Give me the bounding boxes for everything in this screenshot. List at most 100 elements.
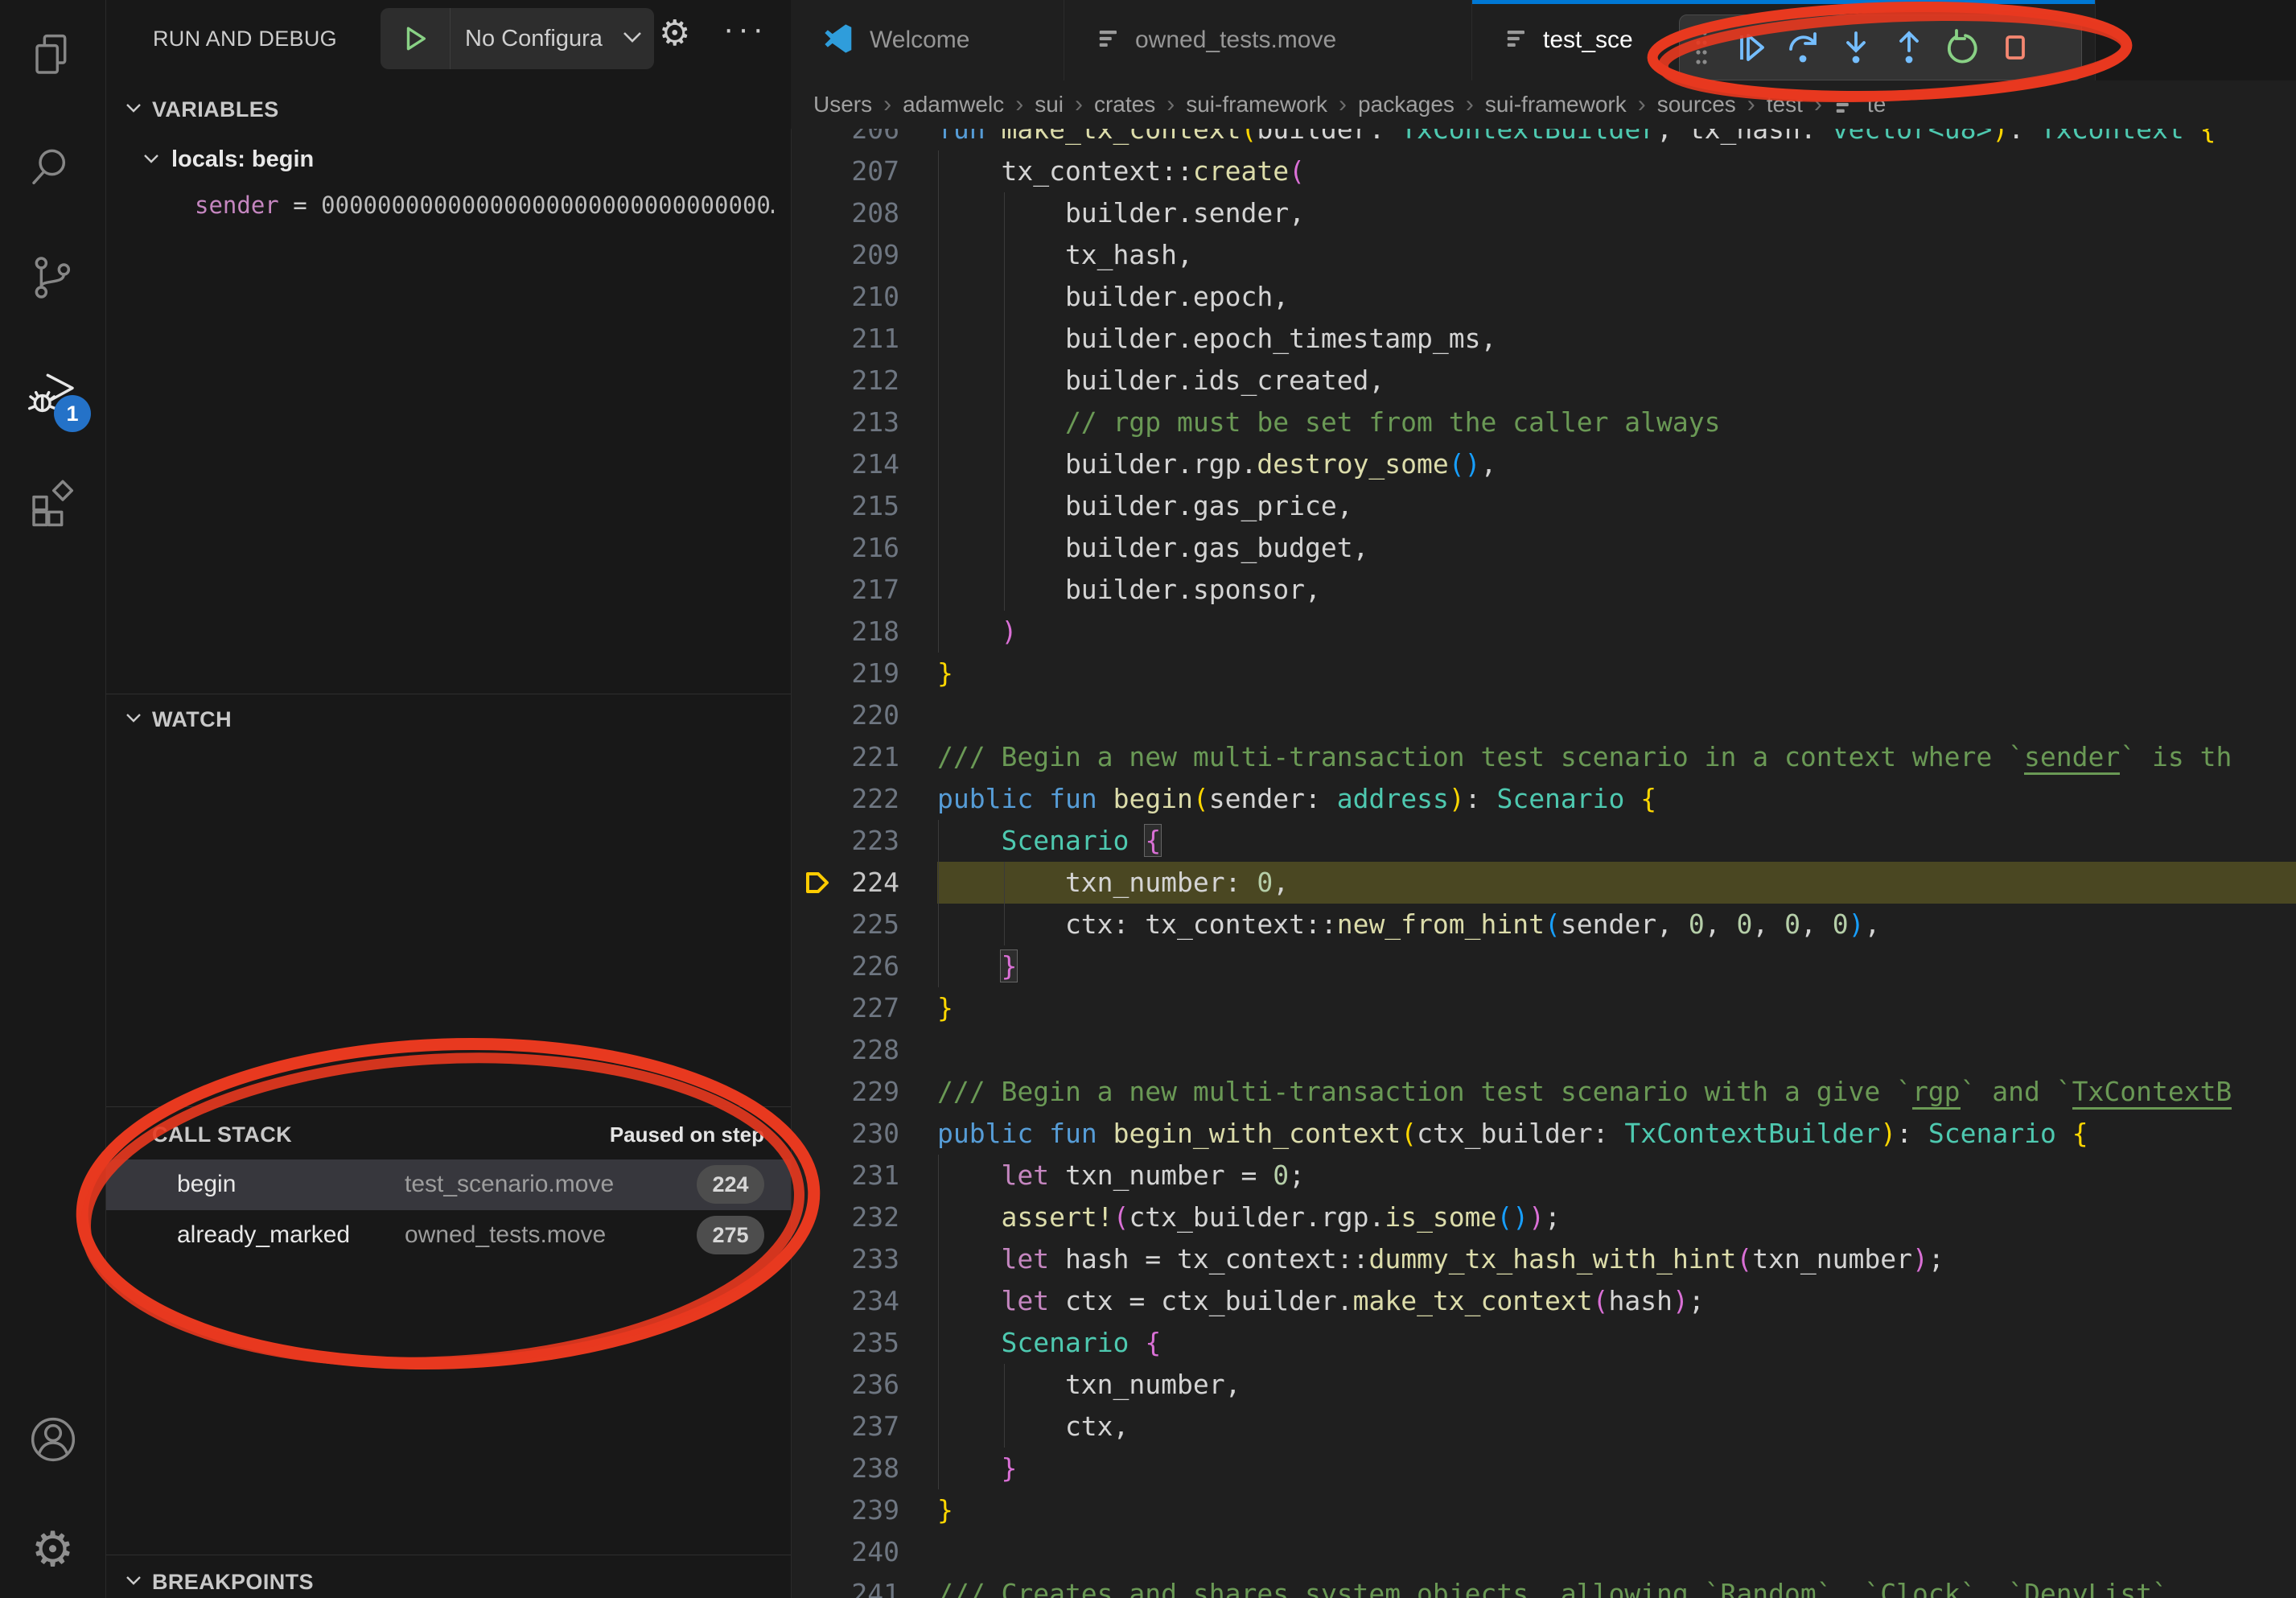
code-line-228[interactable]: 228 [791, 1029, 2296, 1071]
variable-row-sender[interactable]: sender = 0000000000000000000000000000000… [195, 192, 774, 232]
call-stack-frame-begin[interactable]: begintest_scenario.move224 [105, 1159, 791, 1210]
breadcrumb-item[interactable]: sources [1657, 92, 1736, 117]
line-number[interactable]: 236 [791, 1364, 937, 1406]
line-number[interactable]: 212 [791, 360, 937, 402]
code-line-235[interactable]: 235 Scenario { [791, 1322, 2296, 1364]
activity-item-extensions-icon[interactable] [0, 448, 105, 561]
call-stack-frame-already_marked[interactable]: already_markedowned_tests.move275 [105, 1210, 791, 1261]
code-line-231[interactable]: 231 let txn_number = 0; [791, 1155, 2296, 1196]
line-number[interactable]: 221 [791, 736, 937, 778]
activity-item-source-control-icon[interactable] [0, 223, 105, 336]
breadcrumb-item[interactable]: crates [1094, 92, 1155, 117]
configure-gear-icon[interactable]: ⚙ [659, 13, 690, 54]
line-number[interactable]: 215 [791, 485, 937, 527]
line-number[interactable]: 229 [791, 1071, 937, 1113]
code-line-221[interactable]: 221/// Begin a new multi-transaction tes… [791, 736, 2296, 778]
code-line-222[interactable]: 222public fun begin(sender: address): Sc… [791, 778, 2296, 820]
start-debugging-icon[interactable] [381, 8, 451, 69]
code-line-214[interactable]: 214 builder.rgp.destroy_some(), [791, 443, 2296, 485]
line-number[interactable]: 216 [791, 527, 937, 569]
code-line-225[interactable]: 225 ctx: tx_context::new_from_hint(sende… [791, 904, 2296, 945]
line-number[interactable]: 210 [791, 276, 937, 318]
line-number[interactable]: 223 [791, 820, 937, 862]
code-line-208[interactable]: 208 builder.sender, [791, 192, 2296, 234]
code-line-211[interactable]: 211 builder.epoch_timestamp_ms, [791, 318, 2296, 360]
code-line-230[interactable]: 230public fun begin_with_context(ctx_bui… [791, 1113, 2296, 1155]
code-line-212[interactable]: 212 builder.ids_created, [791, 360, 2296, 402]
activity-item-settings-icon[interactable]: ⚙ [0, 1493, 105, 1598]
breadcrumb-item[interactable]: Users [813, 92, 872, 117]
code-line-209[interactable]: 209 tx_hash, [791, 234, 2296, 276]
tab-Welcome[interactable]: Welcome [791, 0, 1064, 80]
call-stack-section-header[interactable]: CALL STACK Paused on step [105, 1112, 791, 1157]
line-number[interactable]: 219 [791, 653, 937, 694]
breadcrumb-file[interactable]: te [1833, 92, 1886, 117]
line-number[interactable]: 233 [791, 1238, 937, 1280]
continue-button[interactable] [1723, 21, 1776, 74]
activity-item-search-icon[interactable] [0, 113, 105, 225]
watch-section-header[interactable]: WATCH [105, 697, 791, 742]
code-line-226[interactable]: 226 } [791, 945, 2296, 987]
code-line-234[interactable]: 234 let ctx = ctx_builder.make_tx_contex… [791, 1280, 2296, 1322]
breadcrumb-item[interactable]: sui [1035, 92, 1064, 117]
breadcrumb-item[interactable]: adamwelc [903, 92, 1004, 117]
code-line-232[interactable]: 232 assert!(ctx_builder.rgp.is_some()); [791, 1196, 2296, 1238]
tab-owned_tests.move[interactable]: owned_tests.move [1064, 0, 1472, 80]
restart-button[interactable] [1936, 21, 1989, 74]
line-number[interactable]: 213 [791, 402, 937, 443]
line-number[interactable]: 237 [791, 1406, 937, 1448]
line-number[interactable]: 226 [791, 945, 937, 987]
code-line-207[interactable]: 207 tx_context::create( [791, 150, 2296, 192]
line-number[interactable]: 241 [791, 1573, 937, 1598]
code-line-223[interactable]: 223 Scenario { [791, 820, 2296, 862]
code-line-237[interactable]: 237 ctx, [791, 1406, 2296, 1448]
line-number[interactable]: 217 [791, 569, 937, 611]
line-number[interactable]: 228 [791, 1029, 937, 1071]
code-line-217[interactable]: 217 builder.sponsor, [791, 569, 2296, 611]
debug-configuration-dropdown[interactable]: No Configura [381, 8, 654, 69]
line-number[interactable]: 225 [791, 904, 937, 945]
line-number[interactable]: 207 [791, 150, 937, 192]
code-line-241[interactable]: 241/// Creates and shares system objects… [791, 1573, 2296, 1598]
line-number[interactable]: 208 [791, 192, 937, 234]
line-number[interactable]: 239 [791, 1489, 937, 1531]
code-line-227[interactable]: 227} [791, 987, 2296, 1029]
toolbar-drag-handle[interactable] [1693, 26, 1710, 69]
breadcrumb-item[interactable]: packages [1358, 92, 1455, 117]
line-number[interactable]: 238 [791, 1448, 937, 1489]
line-number[interactable]: 222 [791, 778, 937, 820]
code-line-210[interactable]: 210 builder.epoch, [791, 276, 2296, 318]
breakpoints-section-header[interactable]: BREAKPOINTS [105, 1559, 791, 1598]
activity-item-run-and-debug-icon[interactable]: 1 [0, 337, 105, 450]
code-line-213[interactable]: 213 // rgp must be set from the caller a… [791, 402, 2296, 443]
line-number[interactable]: 235 [791, 1322, 937, 1364]
views-more-actions-icon[interactable]: ··· [723, 11, 767, 47]
code-line-218[interactable]: 218 ) [791, 611, 2296, 653]
activity-item-explorer-icon[interactable] [0, 0, 105, 113]
variables-scope-row[interactable]: locals: begin [105, 138, 791, 183]
step-into-button[interactable] [1829, 21, 1882, 74]
line-number[interactable]: 232 [791, 1196, 937, 1238]
breadcrumb-item[interactable]: test [1767, 92, 1803, 117]
code-line-239[interactable]: 239} [791, 1489, 2296, 1531]
line-number[interactable]: 227 [791, 987, 937, 1029]
activity-item-accounts-icon[interactable] [0, 1383, 105, 1496]
code-line-215[interactable]: 215 builder.gas_price, [791, 485, 2296, 527]
line-number[interactable]: 209 [791, 234, 937, 276]
line-number[interactable]: 240 [791, 1531, 937, 1573]
line-number[interactable]: 220 [791, 694, 937, 736]
variables-section-header[interactable]: VARIABLES [105, 87, 791, 132]
stop-button[interactable] [1989, 21, 2042, 74]
code-line-233[interactable]: 233 let hash = tx_context::dummy_tx_hash… [791, 1238, 2296, 1280]
code-line-219[interactable]: 219} [791, 653, 2296, 694]
step-out-button[interactable] [1882, 21, 1936, 74]
line-number[interactable]: 211 [791, 318, 937, 360]
line-number[interactable]: 230 [791, 1113, 937, 1155]
step-over-button[interactable] [1776, 21, 1829, 74]
code-line-238[interactable]: 238 } [791, 1448, 2296, 1489]
line-number[interactable]: 214 [791, 443, 937, 485]
code-line-224[interactable]: 224 txn_number: 0, [791, 862, 2296, 904]
line-number[interactable]: 234 [791, 1280, 937, 1322]
breadcrumb-item[interactable]: sui-framework [1186, 92, 1327, 117]
code-area[interactable]: 206fun make_tx_context(builder: TxContex… [791, 109, 2296, 1598]
